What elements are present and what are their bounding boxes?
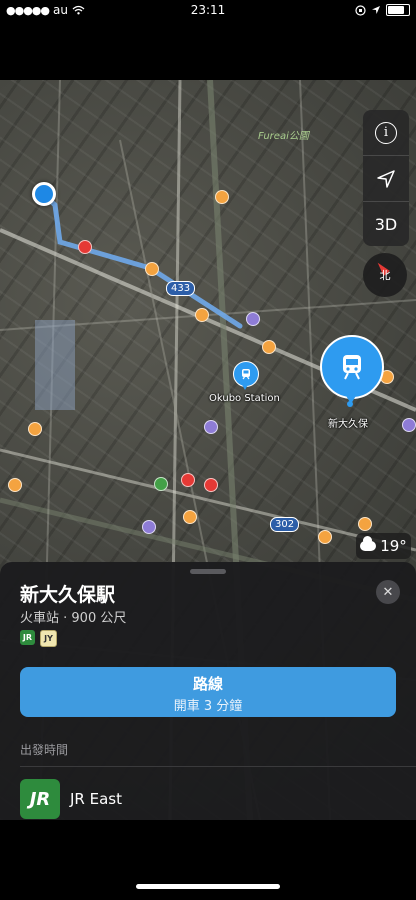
info-icon: i	[375, 121, 397, 144]
okubo-pin-tail	[241, 383, 249, 390]
poi-marker[interactable]	[8, 478, 22, 492]
train-icon	[343, 355, 361, 380]
poi-marker[interactable]	[204, 420, 218, 434]
post-office-marker[interactable]	[78, 240, 92, 254]
home-indicator[interactable]	[136, 884, 280, 889]
info-button[interactable]: i	[363, 110, 409, 156]
jr-east-logo: JR	[20, 779, 60, 819]
map-controls: i 3D	[363, 110, 409, 246]
line-badges: JR JY	[20, 630, 57, 647]
poi-marker[interactable]	[402, 418, 416, 432]
okubo-station-label: Okubo Station	[209, 393, 280, 404]
maps-screen: Fureai公園 433 302 Okubo Station 新大久保 19° …	[0, 80, 416, 820]
poi-marker[interactable]	[142, 520, 156, 534]
poi-marker[interactable]	[195, 308, 209, 322]
poi-marker[interactable]	[145, 262, 159, 276]
cloud-icon	[360, 536, 377, 551]
weather-indicator[interactable]: 19°	[356, 533, 411, 559]
poi-marker[interactable]	[28, 422, 42, 436]
directions-label: 路線	[192, 675, 223, 693]
jr-badge: JR	[20, 630, 35, 645]
location-arrow-icon	[377, 169, 395, 188]
operator-row[interactable]: JR JR East	[20, 779, 122, 819]
departures-section-label: 出發時間	[20, 743, 69, 757]
rotation-lock-icon	[355, 4, 366, 16]
poi-marker[interactable]	[318, 530, 332, 544]
poi-marker[interactable]	[358, 517, 372, 531]
place-title: 新大久保駅	[20, 584, 116, 606]
operator-name: JR East	[70, 790, 122, 808]
status-bar: ●●●●● au 23:11	[0, 0, 416, 20]
shin-okubo-station-pin[interactable]	[320, 335, 384, 399]
route-433-shield: 433	[166, 281, 196, 296]
park-label: Fureai公園	[258, 131, 309, 142]
3d-label: 3D	[374, 215, 398, 234]
convenience-store-marker[interactable]	[154, 477, 168, 491]
close-button[interactable]: ✕	[376, 580, 400, 604]
current-location-dot	[32, 182, 56, 206]
shin-okubo-pin-dot	[347, 401, 353, 407]
poi-marker[interactable]	[246, 312, 260, 326]
divider	[20, 766, 416, 767]
poi-marker[interactable]	[183, 510, 197, 524]
track-location-button[interactable]	[363, 156, 409, 202]
poi-marker[interactable]	[204, 478, 218, 492]
close-icon: ✕	[382, 584, 394, 600]
sheet-grabber[interactable]	[190, 569, 226, 574]
poi-marker[interactable]	[262, 340, 276, 354]
directions-button[interactable]: 路線 開車 3 分鐘	[20, 667, 396, 717]
shin-okubo-station-label: 新大久保	[328, 419, 368, 430]
battery-icon	[386, 4, 410, 16]
3d-view-button[interactable]: 3D	[363, 202, 409, 247]
jy-badge: JY	[40, 630, 57, 647]
weather-temperature: 19°	[380, 537, 407, 555]
compass-north-label: 北	[379, 269, 391, 282]
poi-marker[interactable]	[181, 473, 195, 487]
train-icon	[242, 369, 250, 380]
directions-detail: 開車 3 分鐘	[173, 699, 243, 714]
status-time: 23:11	[190, 3, 226, 17]
status-right	[355, 4, 410, 16]
compass-button[interactable]: 北	[363, 253, 407, 297]
poi-marker[interactable]	[215, 190, 229, 204]
route-302-shield: 302	[270, 517, 300, 532]
location-services-icon	[372, 6, 380, 14]
place-subtitle: 火車站 · 900 公尺	[20, 611, 127, 626]
place-card: 新大久保駅 火車站 · 900 公尺 ✕ JR JY 路線 開車 3 分鐘 出發…	[0, 562, 416, 820]
